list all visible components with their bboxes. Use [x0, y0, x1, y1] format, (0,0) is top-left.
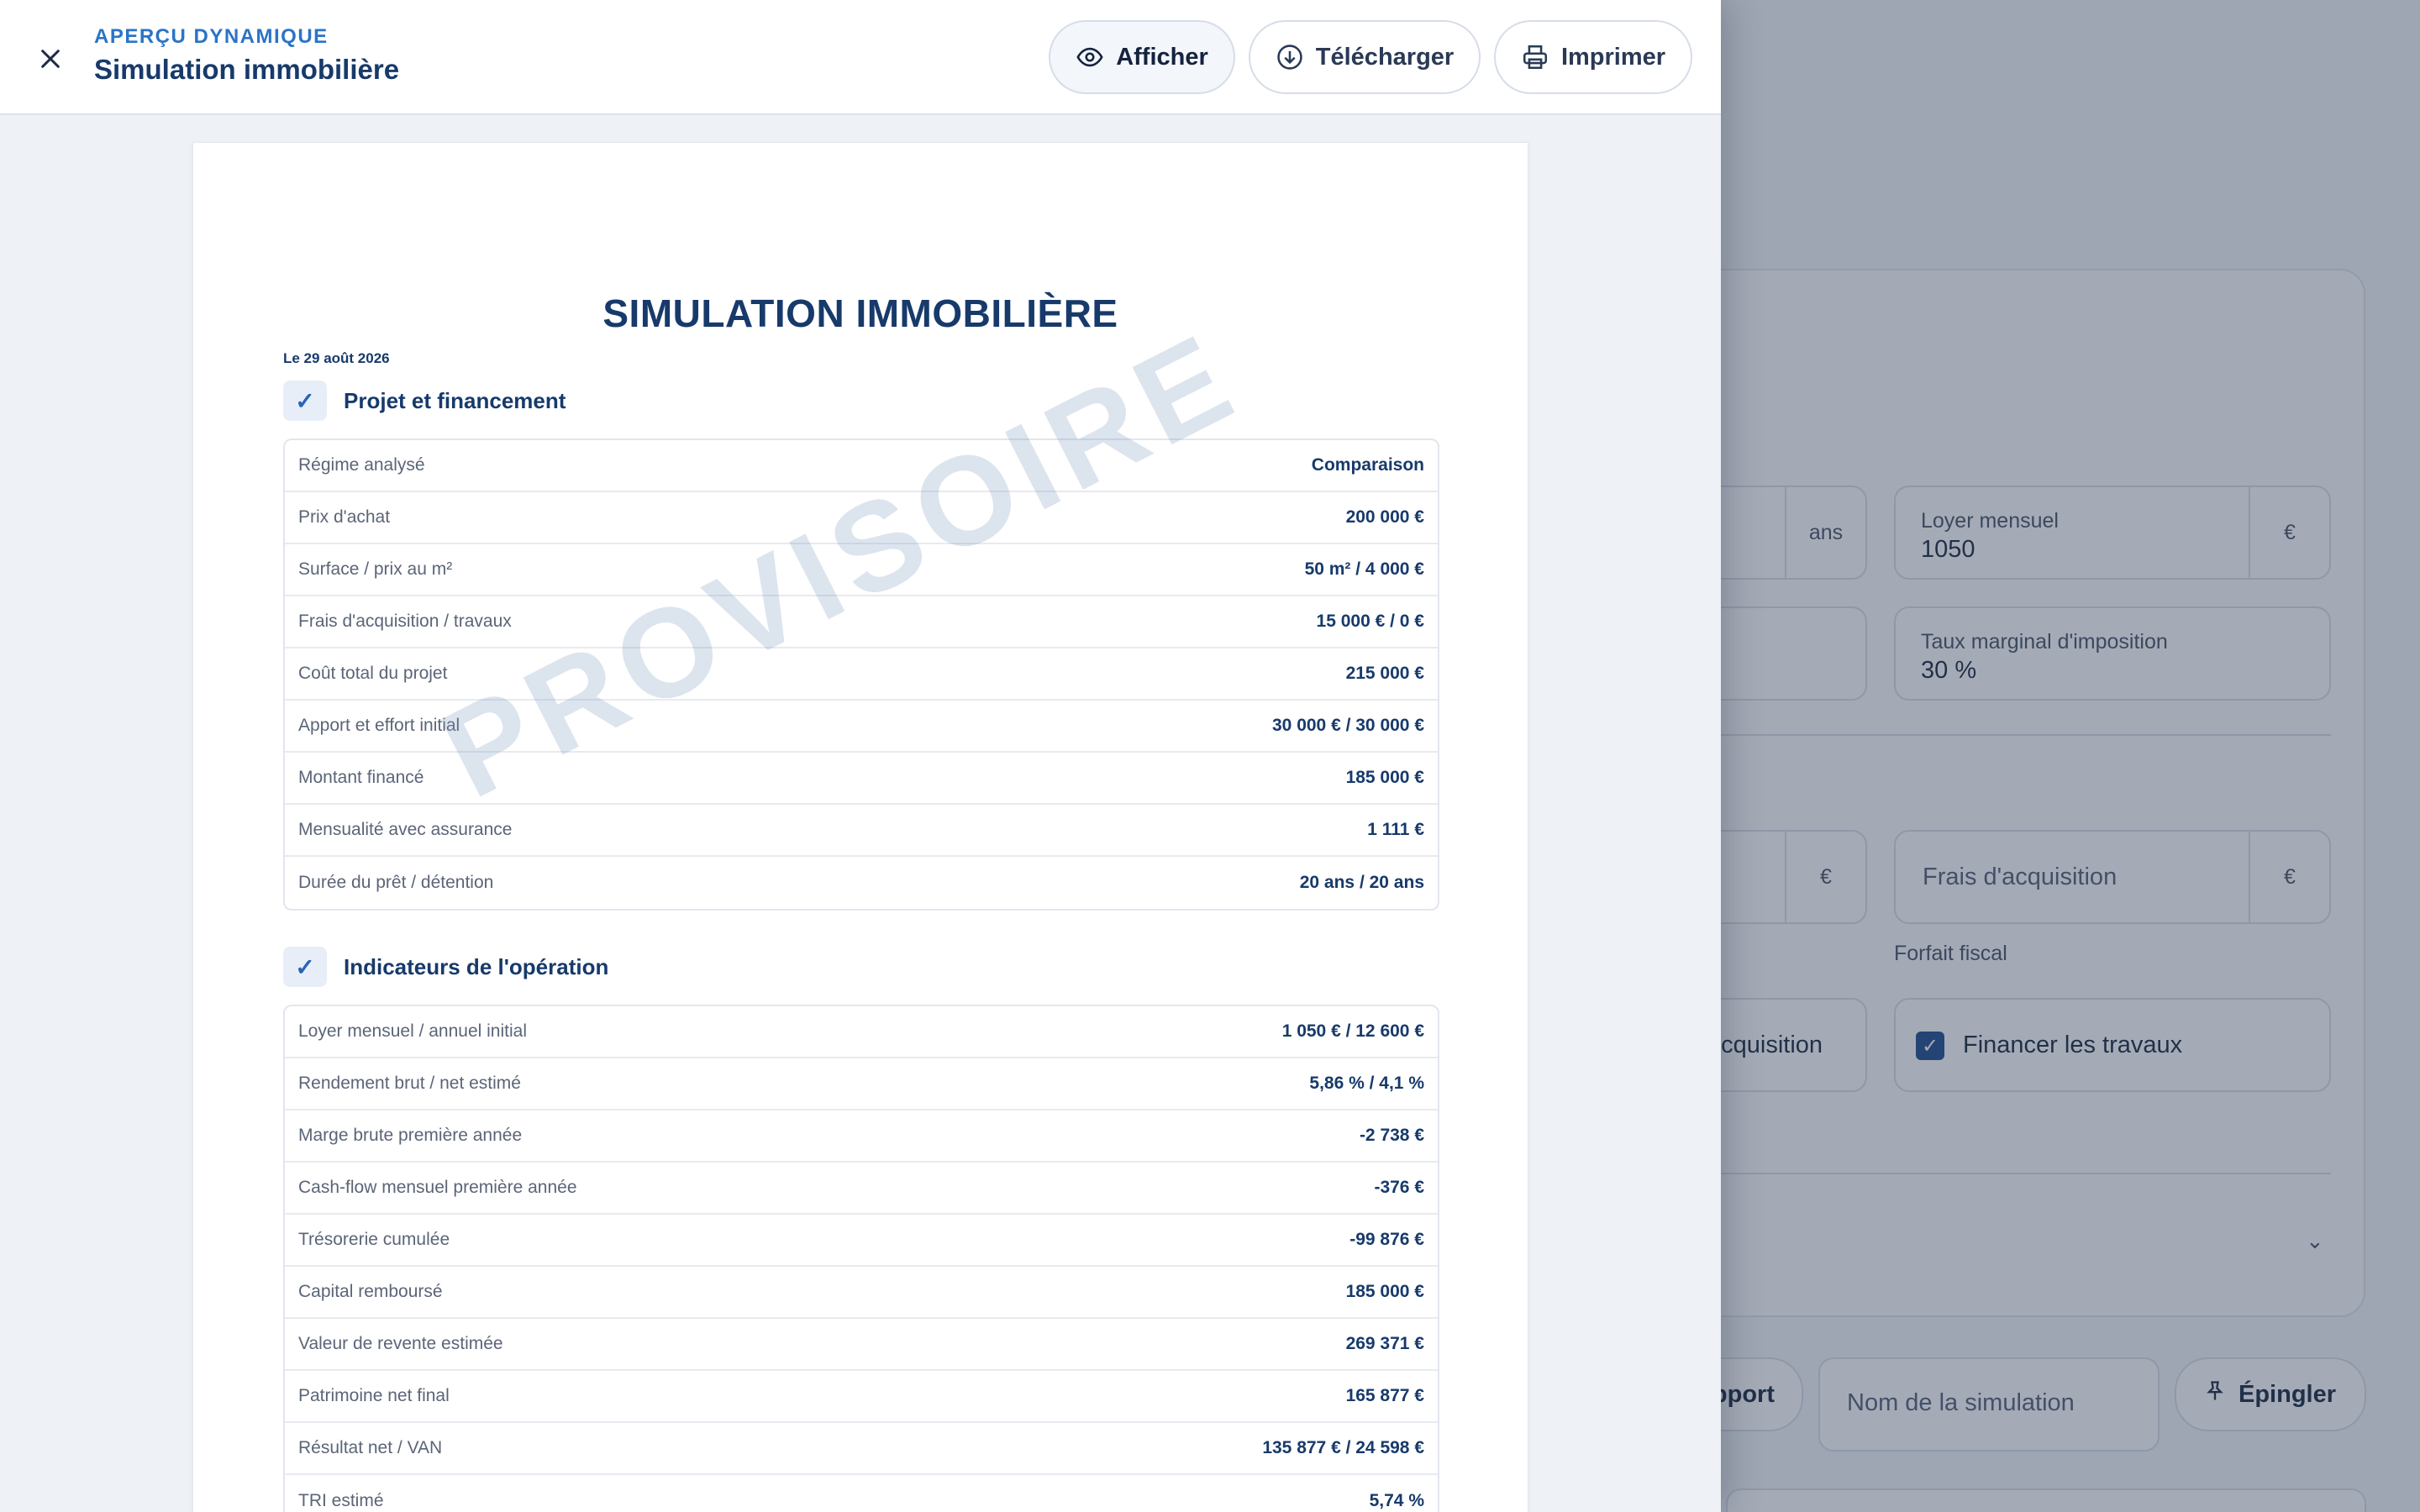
- row-value: 135 877 € / 24 598 €: [1262, 1438, 1424, 1457]
- table-row: Régime analysé Comparaison: [285, 440, 1438, 492]
- table-row: Cash-flow mensuel première année -376 €: [285, 1163, 1438, 1215]
- section-header-indicateurs: ✓ Indicateurs de l'opération: [283, 947, 608, 987]
- table-row: Patrimoine net final 165 877 €: [285, 1371, 1438, 1423]
- show-button[interactable]: Afficher: [1049, 20, 1235, 94]
- table-row: Coût total du projet 215 000 €: [285, 648, 1438, 701]
- row-value: Comparaison: [1311, 455, 1424, 475]
- table-row: Durée du prêt / détention 20 ans / 20 ans: [285, 857, 1438, 909]
- document-title: SIMULATION IMMOBILIÈRE: [602, 291, 1118, 335]
- row-label: Loyer mensuel / annuel initial: [298, 1021, 527, 1041]
- row-label: Capital remboursé: [298, 1282, 443, 1301]
- row-label: Cash-flow mensuel première année: [298, 1178, 577, 1197]
- row-label: Mensualité avec assurance: [298, 820, 513, 839]
- table-row: Résultat net / VAN 135 877 € / 24 598 €: [285, 1423, 1438, 1475]
- row-value: 20 ans / 20 ans: [1299, 873, 1424, 892]
- row-label: Valeur de revente estimée: [298, 1334, 503, 1353]
- table-row: Capital remboursé 185 000 €: [285, 1267, 1438, 1319]
- table-row: Surface / prix au m² 50 m² / 4 000 €: [285, 544, 1438, 596]
- row-value: 165 877 €: [1345, 1386, 1424, 1405]
- printer-icon: [1523, 45, 1547, 70]
- preview-panel: APERÇU DYNAMIQUE Simulation immobilière …: [0, 0, 1721, 1512]
- row-label: Marge brute première année: [298, 1126, 523, 1145]
- print-button-label: Imprimer: [1560, 43, 1666, 71]
- table-projet-financement: Régime analysé Comparaison Prix d'achat 20…: [283, 438, 1439, 911]
- row-value: -99 876 €: [1349, 1230, 1424, 1249]
- row-value: 15 000 € / 0 €: [1316, 612, 1424, 631]
- row-value: 5,86 % / 4,1 %: [1309, 1074, 1424, 1093]
- row-label: Trésorerie cumulée: [298, 1230, 450, 1249]
- row-value: 200 000 €: [1345, 507, 1424, 527]
- row-label: Rendement brut / net estimé: [298, 1074, 521, 1093]
- row-label: Surface / prix au m²: [298, 559, 453, 579]
- show-button-label: Afficher: [1116, 43, 1208, 71]
- panel-header: APERÇU DYNAMIQUE Simulation immobilière …: [0, 0, 1721, 115]
- row-value: -376 €: [1374, 1178, 1424, 1197]
- download-button-label: Télécharger: [1315, 43, 1455, 71]
- row-value: 1 050 € / 12 600 €: [1281, 1021, 1424, 1041]
- close-icon: [41, 50, 60, 68]
- row-label: Prix d'achat: [298, 507, 391, 527]
- table-row: Marge brute première année -2 738 €: [285, 1110, 1438, 1163]
- table-row: Montant financé 185 000 €: [285, 753, 1438, 805]
- table-indicateurs: Loyer mensuel / annuel initial 1 050 € / …: [283, 1005, 1439, 1512]
- table-row: Loyer mensuel / annuel initial 1 050 € / …: [285, 1006, 1438, 1058]
- preview-scroll-area[interactable]: SIMULATION IMMOBILIÈRE Le 29 août 2026 ✓…: [0, 117, 1721, 1512]
- row-label: Apport et effort initial: [298, 716, 460, 735]
- table-row: Prix d'achat 200 000 €: [285, 492, 1438, 544]
- row-label: Régime analysé: [298, 455, 425, 475]
- row-value: 185 000 €: [1345, 1282, 1424, 1301]
- row-label: Montant financé: [298, 768, 424, 787]
- row-label: Patrimoine net final: [298, 1386, 450, 1405]
- row-value: 50 m² / 4 000 €: [1304, 559, 1424, 579]
- check-icon: ✓: [283, 947, 327, 987]
- row-value: -2 738 €: [1359, 1126, 1424, 1145]
- section-title: Projet et financement: [344, 387, 566, 413]
- row-label: Résultat net / VAN: [298, 1438, 443, 1457]
- table-row: Frais d'acquisition / travaux 15 000 € / …: [285, 596, 1438, 648]
- close-button[interactable]: [29, 37, 72, 81]
- check-icon: ✓: [283, 381, 327, 421]
- section-header-projet: ✓ Projet et financement: [283, 381, 566, 421]
- eye-icon: [1076, 47, 1103, 67]
- download-icon: [1277, 45, 1302, 70]
- row-value: 5,74 %: [1369, 1491, 1424, 1510]
- panel-title: Simulation immobilière: [94, 54, 400, 85]
- panel-kicker: APERÇU DYNAMIQUE: [94, 25, 329, 48]
- print-button[interactable]: Imprimer: [1494, 20, 1692, 94]
- table-row: Rendement brut / net estimé 5,86 % / 4,1 …: [285, 1058, 1438, 1110]
- table-row: Valeur de revente estimée 269 371 €: [285, 1319, 1438, 1371]
- row-value: 1 111 €: [1367, 820, 1424, 839]
- row-value: 215 000 €: [1345, 664, 1424, 683]
- table-row: Trésorerie cumulée -99 876 €: [285, 1215, 1438, 1267]
- row-value: 185 000 €: [1345, 768, 1424, 787]
- download-button[interactable]: Télécharger: [1249, 20, 1481, 94]
- table-row: Mensualité avec assurance 1 111 €: [285, 805, 1438, 857]
- row-label: Frais d'acquisition / travaux: [298, 612, 512, 631]
- row-label: Durée du prêt / détention: [298, 873, 494, 892]
- document-page: SIMULATION IMMOBILIÈRE Le 29 août 2026 ✓…: [192, 142, 1528, 1512]
- document-date: Le 29 août 2026: [283, 350, 390, 366]
- table-row: TRI estimé 5,74 %: [285, 1475, 1438, 1512]
- row-value: 269 371 €: [1345, 1334, 1424, 1353]
- row-label: TRI estimé: [298, 1491, 384, 1510]
- table-row: Apport et effort initial 30 000 € / 30 00…: [285, 701, 1438, 753]
- row-value: 30 000 € / 30 000 €: [1272, 716, 1424, 735]
- section-title: Indicateurs de l'opération: [344, 953, 609, 979]
- row-label: Coût total du projet: [298, 664, 448, 683]
